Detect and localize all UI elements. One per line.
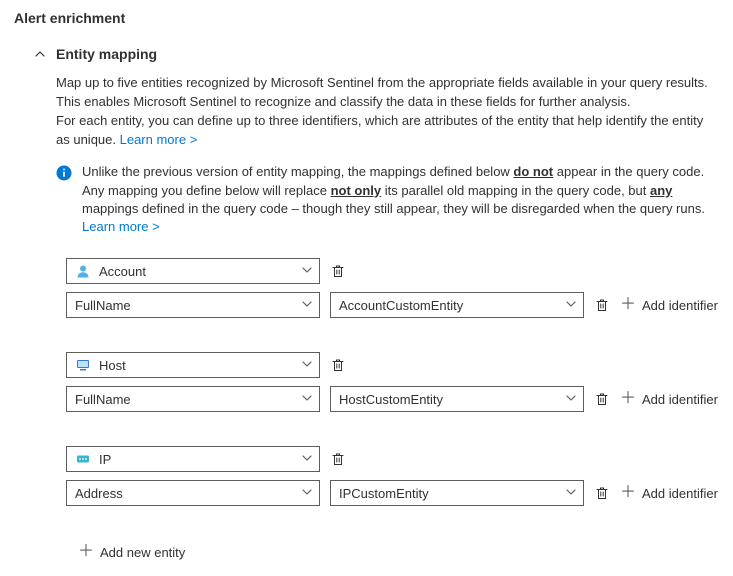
value-label: AccountCustomEntity: [339, 298, 463, 313]
identifier-label: FullName: [75, 392, 131, 407]
plus-icon: ＋: [620, 485, 636, 501]
add-new-entity-button[interactable]: ＋ Add new entity: [78, 544, 185, 560]
delete-identifier-button[interactable]: [594, 391, 610, 407]
page-title: Alert enrichment: [14, 10, 733, 26]
plus-icon: ＋: [620, 297, 636, 313]
chevron-down-icon: [301, 486, 313, 501]
identifier-label: Address: [75, 486, 123, 501]
entity-type-dropdown[interactable]: IP: [66, 446, 320, 472]
entity-type-label: IP: [99, 452, 111, 467]
add-identifier-button[interactable]: ＋ Add identifier: [620, 485, 718, 501]
ip-icon: [75, 451, 91, 467]
chevron-down-icon: [301, 358, 313, 373]
entity-type-dropdown[interactable]: Account: [66, 258, 320, 284]
info-icon: [56, 165, 72, 181]
add-identifier-button[interactable]: ＋ Add identifier: [620, 297, 718, 313]
delete-identifier-button[interactable]: [594, 485, 610, 501]
value-label: HostCustomEntity: [339, 392, 443, 407]
entity-mapping-description: Map up to five entities recognized by Mi…: [56, 74, 715, 149]
entity-mapping-header[interactable]: Entity mapping: [34, 46, 733, 62]
chevron-down-icon: [565, 392, 577, 407]
value-label: IPCustomEntity: [339, 486, 429, 501]
entity-type-label: Host: [99, 358, 126, 373]
entity-mapping-title: Entity mapping: [56, 46, 157, 62]
identifier-dropdown[interactable]: Address: [66, 480, 320, 506]
chevron-down-icon: [565, 486, 577, 501]
chevron-down-icon: [301, 264, 313, 279]
identifier-label: FullName: [75, 298, 131, 313]
learn-more-link[interactable]: Learn more >: [120, 132, 198, 147]
delete-entity-button[interactable]: [330, 357, 346, 373]
host-icon: [75, 357, 91, 373]
chevron-down-icon: [565, 298, 577, 313]
value-dropdown[interactable]: HostCustomEntity: [330, 386, 584, 412]
info-note: Unlike the previous version of entity ma…: [56, 163, 709, 236]
info-learn-more-link[interactable]: Learn more >: [82, 219, 160, 234]
entity-type-label: Account: [99, 264, 146, 279]
chevron-down-icon: [301, 392, 313, 407]
entity-mapping-row: Account FullName AccountCustomEntity: [10, 258, 733, 318]
entity-type-dropdown[interactable]: Host: [66, 352, 320, 378]
chevron-up-icon: [34, 48, 46, 60]
chevron-down-icon: [301, 298, 313, 313]
delete-entity-button[interactable]: [330, 263, 346, 279]
add-identifier-button[interactable]: ＋ Add identifier: [620, 391, 718, 407]
chevron-down-icon: [301, 452, 313, 467]
plus-icon: ＋: [620, 391, 636, 407]
value-dropdown[interactable]: AccountCustomEntity: [330, 292, 584, 318]
delete-identifier-button[interactable]: [594, 297, 610, 313]
delete-entity-button[interactable]: [330, 451, 346, 467]
value-dropdown[interactable]: IPCustomEntity: [330, 480, 584, 506]
identifier-dropdown[interactable]: FullName: [66, 292, 320, 318]
plus-icon: ＋: [78, 544, 94, 560]
entity-mapping-row: Host FullName HostCustomEntity ＋: [10, 352, 733, 412]
account-icon: [75, 263, 91, 279]
entity-mapping-row: IP Address IPCustomEntity ＋ Ad: [10, 446, 733, 506]
identifier-dropdown[interactable]: FullName: [66, 386, 320, 412]
